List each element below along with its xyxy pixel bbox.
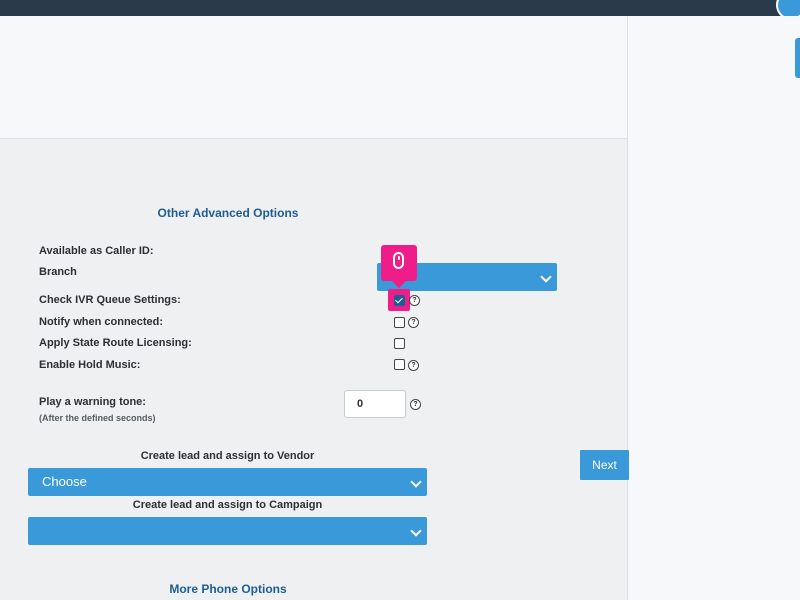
section-title-more-phone-options[interactable]: More Phone Options [28, 582, 428, 596]
chevron-down-icon [410, 525, 422, 537]
top-navigation-bar [0, 0, 800, 20]
notify-when-connected-checkbox[interactable] [394, 317, 405, 328]
help-icon[interactable]: ? [408, 360, 419, 371]
label-available-as-caller-id: Available as Caller ID: [39, 245, 154, 257]
campaign-select[interactable] [28, 517, 427, 545]
apply-state-route-licensing-checkbox[interactable] [394, 338, 405, 349]
help-icon[interactable]: ? [410, 399, 421, 410]
right-panel [627, 16, 800, 600]
help-icon[interactable]: ? [409, 295, 420, 306]
section-title-other-advanced-options: Other Advanced Options [157, 206, 299, 220]
label-check-ivr-queue-settings: Check IVR Queue Settings: [39, 294, 181, 306]
label-apply-state-route-licensing: Apply State Route Licensing: [39, 337, 192, 349]
label-branch: Branch [39, 266, 77, 278]
enable-hold-music-checkbox[interactable] [394, 359, 405, 370]
header-area [0, 16, 627, 139]
check-ivr-queue-settings-checkbox[interactable] [394, 295, 405, 306]
vendor-select-value: Choose [42, 474, 87, 489]
label-campaign: Create lead and assign to Campaign [132, 499, 323, 511]
warning-tone-seconds-input[interactable]: 0 [344, 390, 406, 418]
vendor-select[interactable]: Choose [28, 468, 427, 496]
chevron-down-icon [410, 476, 422, 488]
next-button[interactable]: Next [580, 450, 629, 480]
cursor-indicator [381, 245, 417, 281]
hint-after-defined-seconds: (After the defined seconds) [39, 413, 156, 423]
label-notify-when-connected: Notify when connected: [39, 316, 164, 328]
label-enable-hold-music: Enable Hold Music: [39, 359, 141, 371]
mouse-icon [393, 252, 404, 269]
label-play-warning-tone: Play a warning tone: [39, 396, 146, 408]
help-icon[interactable]: ? [408, 317, 419, 328]
side-panel-tab[interactable] [795, 38, 800, 78]
chevron-down-icon [540, 271, 552, 283]
label-vendor: Create lead and assign to Vendor [140, 450, 315, 462]
